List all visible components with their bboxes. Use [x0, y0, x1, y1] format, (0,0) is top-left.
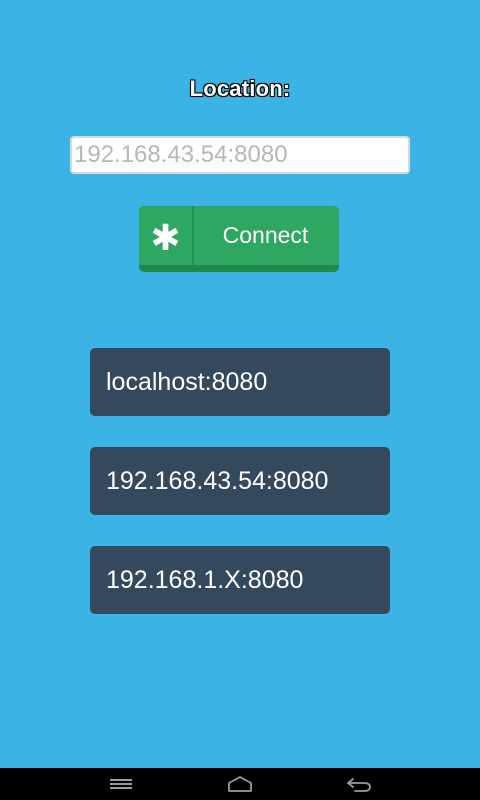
connect-icon-container: ✱	[139, 206, 194, 265]
server-item-label: 192.168.1.X:8080	[106, 565, 304, 594]
server-item-lan-43[interactable]: 192.168.43.54:8080	[90, 447, 390, 515]
location-input[interactable]	[70, 136, 410, 174]
server-item-lan-1x[interactable]: 192.168.1.X:8080	[90, 546, 390, 614]
server-item-label: 192.168.43.54:8080	[106, 466, 329, 495]
server-item-localhost[interactable]: localhost:8080	[90, 348, 390, 416]
connect-label: Connect	[222, 222, 309, 248]
back-icon	[347, 778, 371, 792]
app-screen: Location: ✱ Connect localhost:8080 192.1…	[0, 0, 480, 800]
menu-button[interactable]	[91, 768, 151, 800]
menu-icon	[110, 779, 132, 789]
navigation-bar	[0, 768, 480, 800]
location-label: Location:	[189, 76, 291, 101]
connect-button[interactable]: ✱ Connect	[139, 206, 339, 272]
back-button[interactable]	[329, 768, 389, 800]
asterisk-icon: ✱	[150, 216, 181, 258]
home-button[interactable]	[210, 768, 270, 800]
server-item-label: localhost:8080	[106, 367, 268, 396]
home-icon	[228, 776, 252, 792]
